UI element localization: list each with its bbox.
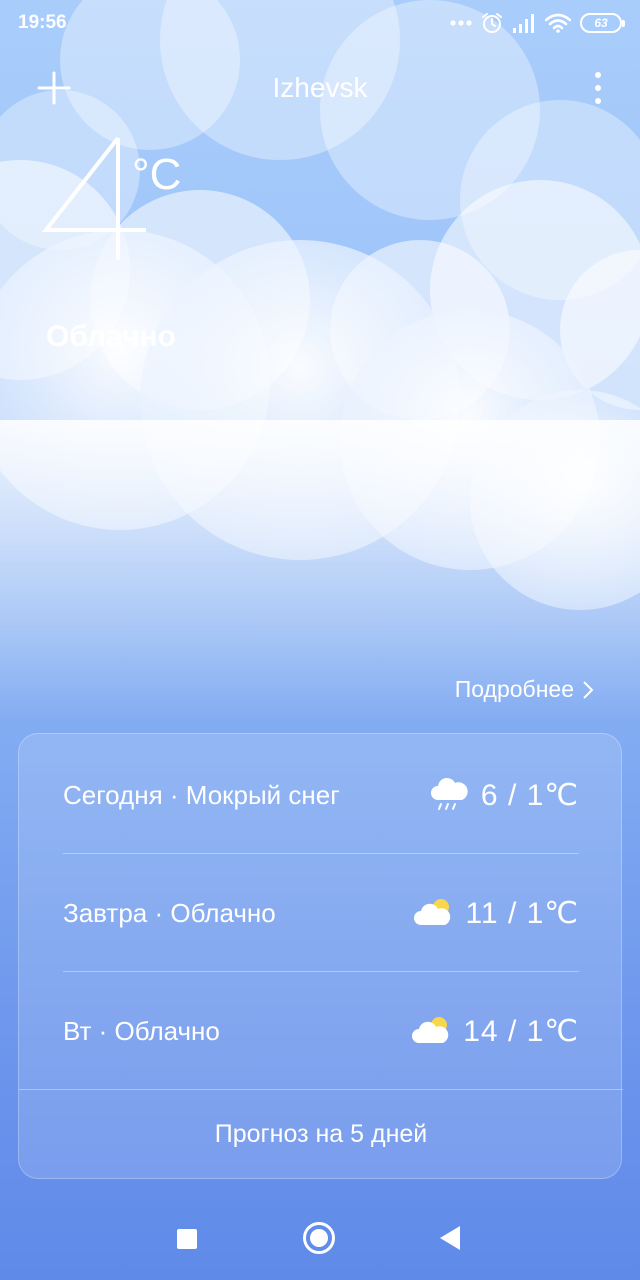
square-icon[interactable] (177, 1229, 197, 1249)
forecast-temps: 14 / 1℃ (463, 1014, 579, 1048)
forecast-day-label: Вт · Облачно (63, 1015, 220, 1046)
more-dots-icon (450, 20, 472, 26)
chevron-right-icon (583, 680, 594, 699)
forecast-row[interactable]: Завтра · Облачно 11 / 1℃ (63, 854, 579, 972)
back-triangle-icon[interactable] (440, 1226, 460, 1250)
forecast-day-label: Завтра · Облачно (63, 897, 276, 928)
circle-icon[interactable] (303, 1222, 335, 1254)
forecast-card: Сегодня · Мокрый снег 6 / 1℃ Завтра · Об… (18, 733, 623, 1179)
city-name[interactable]: Izhevsk (0, 72, 640, 104)
forecast-temps: 11 / 1℃ (465, 896, 579, 930)
alarm-icon (482, 13, 502, 33)
header: Izhevsk (0, 60, 640, 116)
current-condition: Облачно (46, 320, 176, 353)
sleet-icon (430, 778, 468, 810)
forecast-temps-group: 14 / 1℃ (411, 1014, 579, 1049)
status-bar: 19:56 63 (0, 0, 640, 44)
details-link[interactable]: Подробнее (455, 676, 594, 703)
partly-cloudy-icon (412, 1017, 449, 1043)
battery-icon: 63 (580, 13, 625, 33)
forecast-day-label: Сегодня · Мокрый снег (63, 779, 340, 810)
forecast-row[interactable]: Вт · Облачно 14 / 1℃ (63, 972, 579, 1090)
more-vertical-icon[interactable] (590, 70, 606, 106)
forecast-row[interactable]: Сегодня · Мокрый снег 6 / 1℃ (63, 736, 579, 854)
details-label: Подробнее (454, 676, 574, 702)
five-day-forecast-button[interactable]: Прогноз на 5 дней (19, 1089, 623, 1179)
forecast-temps-group: 11 / 1℃ (413, 896, 579, 931)
forecast-temps-group: 6 / 1℃ (429, 778, 579, 813)
navigation-bar (0, 1200, 640, 1280)
forecast-temps: 6 / 1℃ (480, 778, 579, 812)
battery-level: 63 (594, 16, 608, 30)
wifi-icon (545, 13, 571, 33)
partly-cloudy-icon (414, 899, 451, 925)
status-time: 19:56 (18, 12, 67, 33)
status-icons: 63 (450, 10, 625, 36)
signal-icon (513, 14, 534, 33)
temperature-unit: °C (132, 150, 182, 199)
